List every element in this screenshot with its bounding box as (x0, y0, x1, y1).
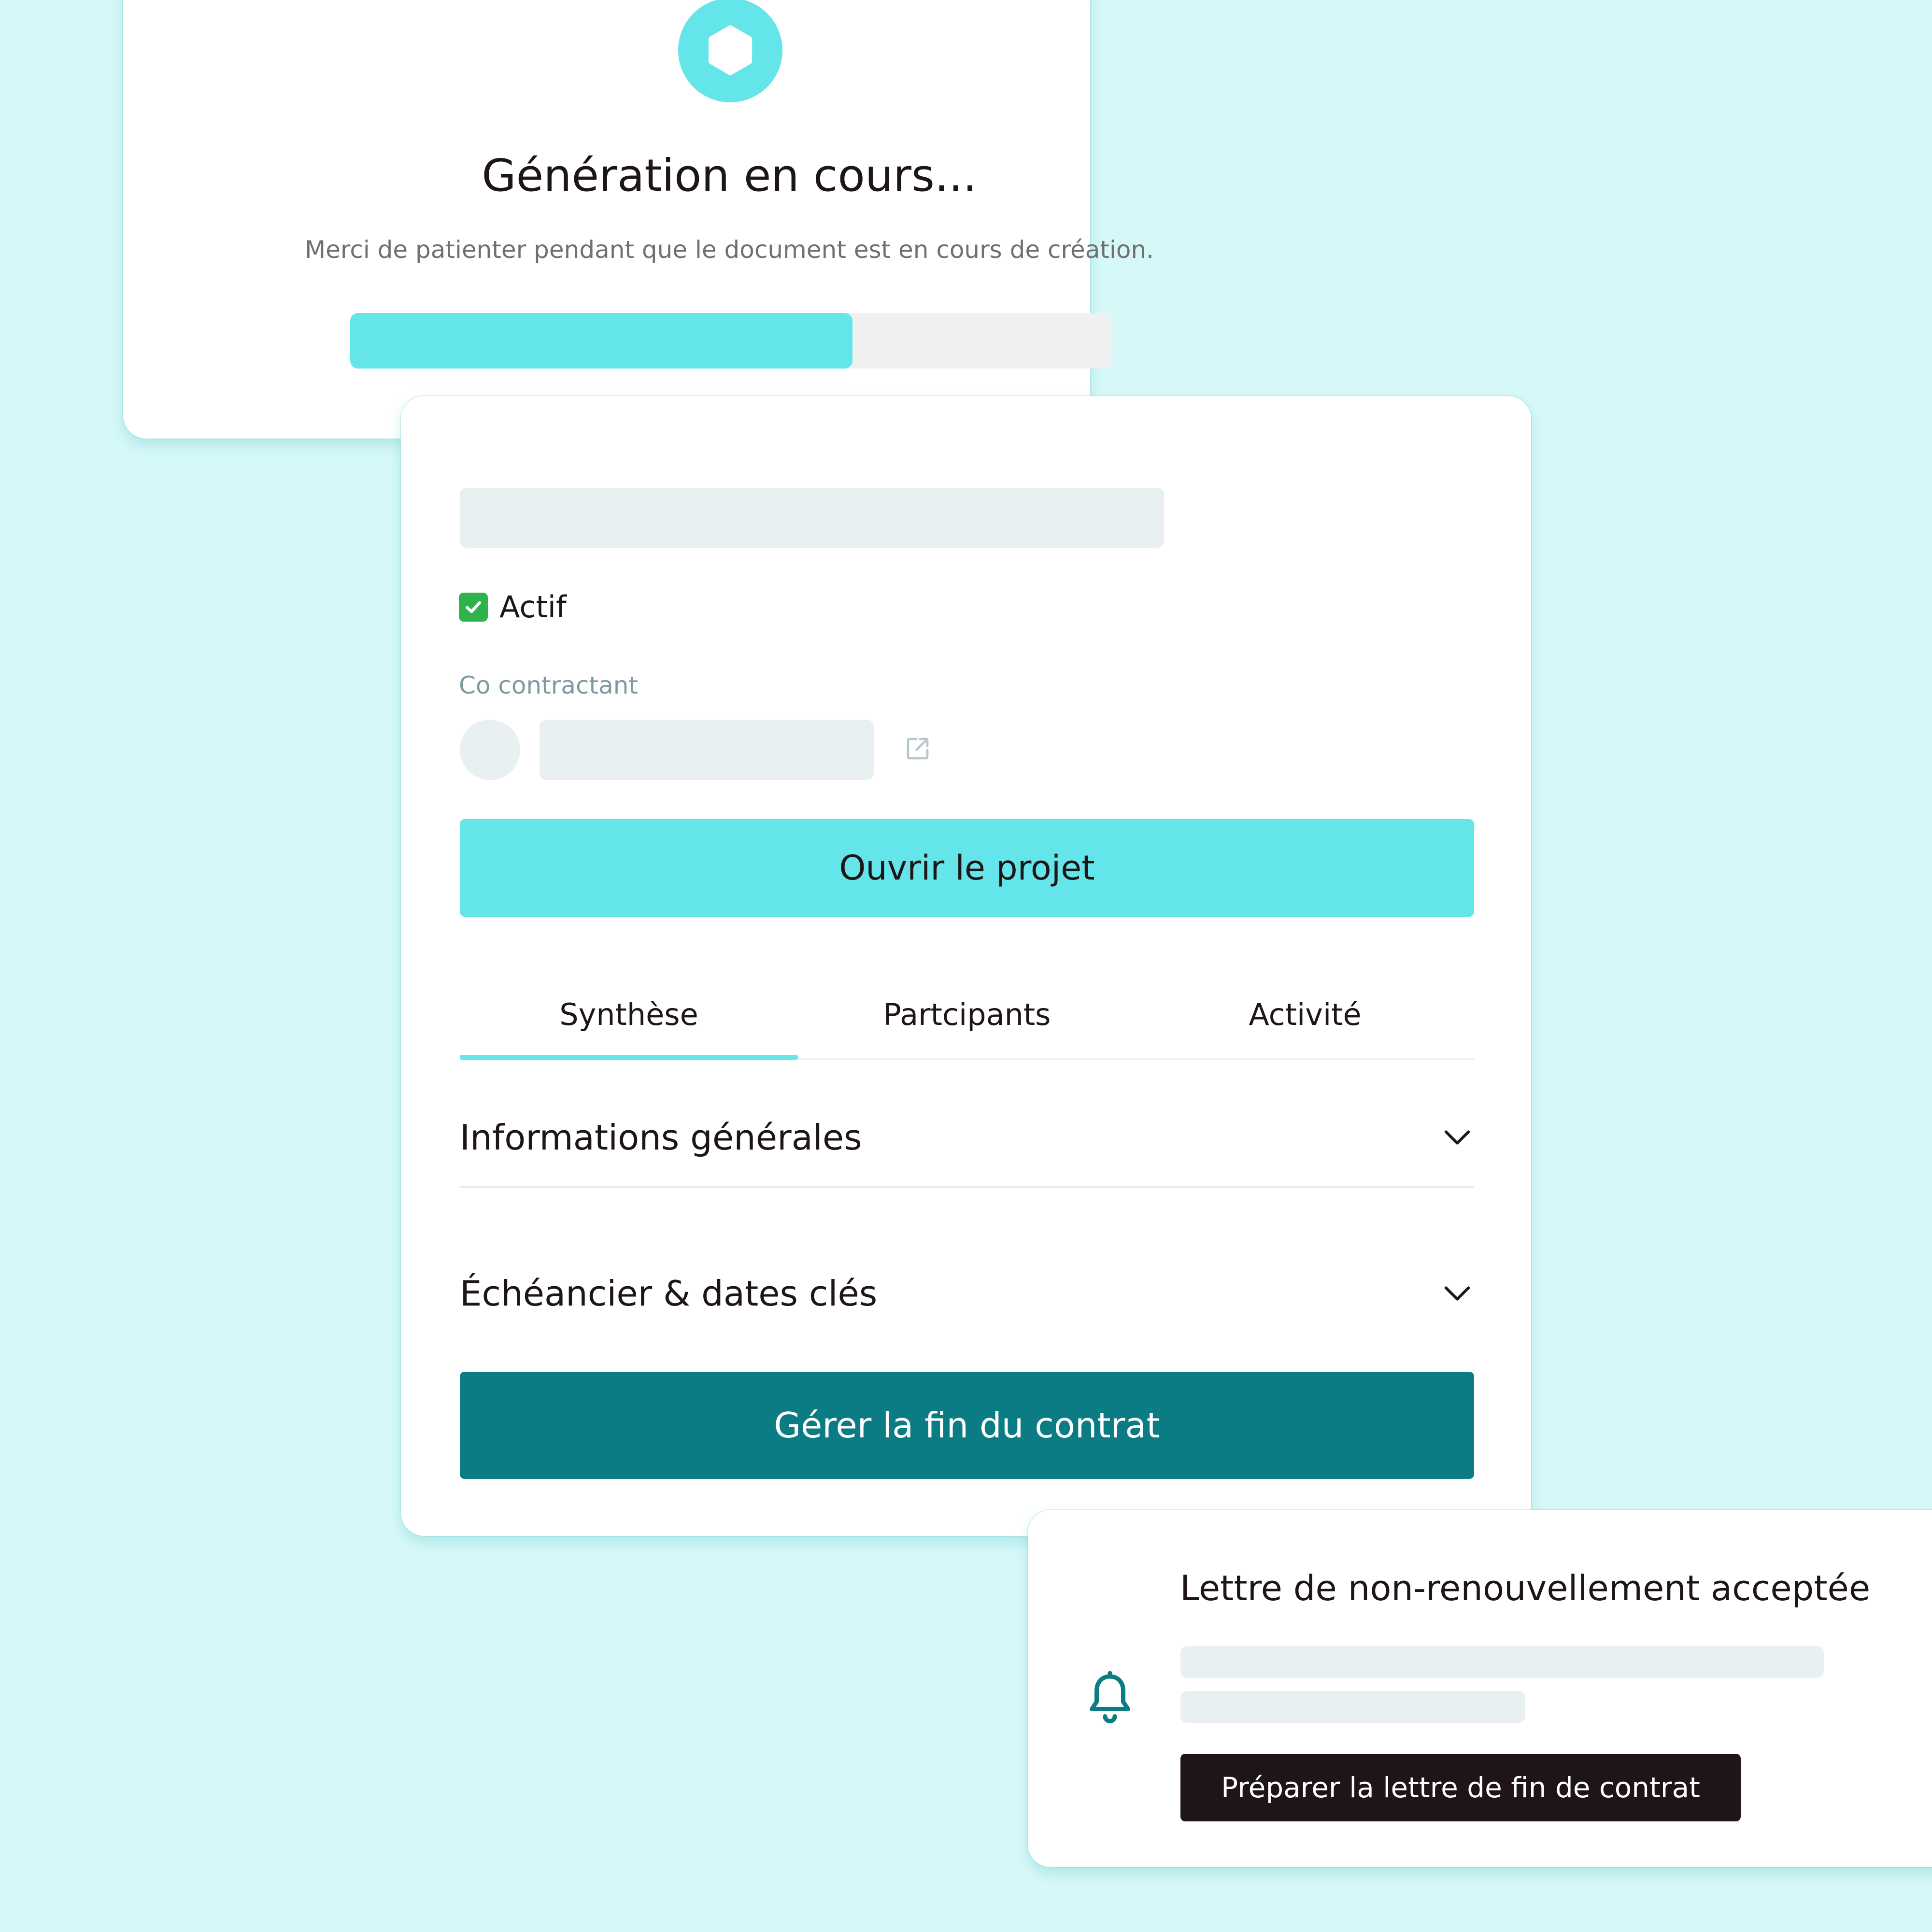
check-mark-button-icon (459, 592, 488, 622)
bell-icon (1090, 1671, 1130, 1723)
chevron-down-icon (1444, 1130, 1470, 1145)
generation-title: Génération en cours... (482, 150, 977, 201)
tab-participants[interactable]: Partcipants (798, 971, 1136, 1058)
generation-progress-bar (350, 313, 1111, 369)
project-title-placeholder (460, 488, 1164, 548)
generation-progress-fill (350, 313, 852, 369)
hexagon-icon (678, 0, 782, 102)
notification-title: Lettre de non-renouvellement acceptée (1180, 1568, 1871, 1608)
open-project-button[interactable]: Ouvrir le projet (460, 819, 1474, 917)
accordion-schedule-label: Échéancier & dates clés (460, 1273, 878, 1314)
cocontractant-label: Co contractant (459, 671, 638, 699)
tab-activite[interactable]: Activité (1136, 971, 1474, 1058)
generation-message: Merci de patienter pendant que le docume… (304, 236, 1154, 264)
accordion-schedule[interactable]: Échéancier & dates clés (460, 1245, 1474, 1342)
cocontractant-name-placeholder (540, 720, 874, 780)
external-link-icon[interactable] (903, 734, 932, 763)
generation-card: Génération en cours... Merci de patiente… (123, 0, 1154, 439)
accordion-general-info-label: Informations générales (460, 1117, 862, 1158)
prepare-letter-button[interactable]: Préparer la lettre de fin de contrat (1180, 1754, 1741, 1821)
tab-synthese[interactable]: Synthèse (460, 971, 798, 1060)
chevron-down-icon (1444, 1286, 1470, 1301)
notification-line-placeholder (1180, 1646, 1824, 1678)
accordion-general-info[interactable]: Informations générales (460, 1089, 1474, 1188)
status-label: Actif (499, 589, 567, 625)
project-card: Actif Co contractant Ouvrir le projet Sy… (401, 396, 1531, 1536)
notification-card: Lettre de non-renouvellement acceptée Pr… (1028, 1510, 1932, 1867)
notification-line-placeholder (1180, 1691, 1525, 1723)
tab-bar: Synthèse Partcipants Activité (460, 971, 1474, 1060)
avatar (460, 720, 520, 780)
manage-contract-end-button[interactable]: Gérer la fin du contrat (460, 1372, 1474, 1479)
status-indicator: Actif (459, 589, 567, 625)
